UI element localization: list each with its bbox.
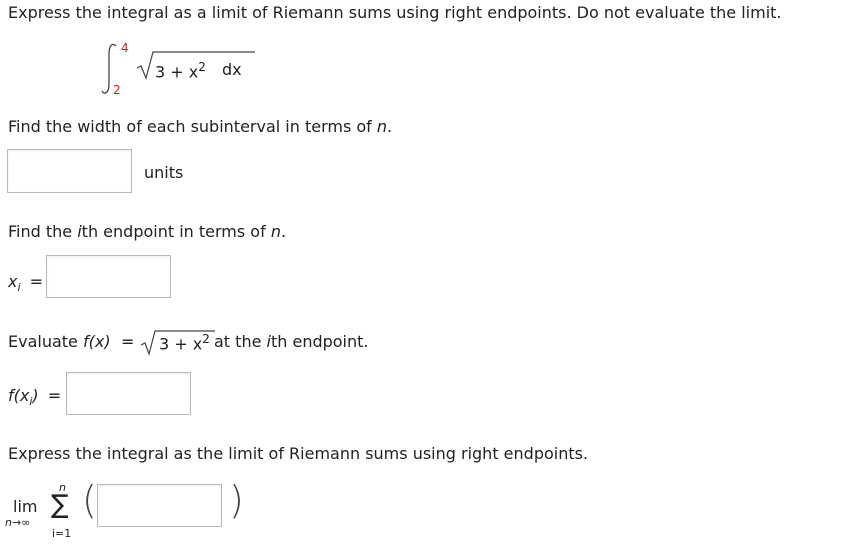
radicand: 3 + x2 bbox=[155, 60, 206, 82]
function-value-answer-input[interactable] bbox=[66, 372, 191, 415]
width-answer-input[interactable] bbox=[7, 149, 132, 193]
radicand: 3 + x2 bbox=[159, 332, 210, 354]
summand-answer-input[interactable] bbox=[97, 484, 222, 527]
lower-limit: 2 bbox=[113, 83, 121, 97]
q2-prompt: Find the ith endpoint in terms of n. bbox=[8, 222, 287, 241]
instruction-text: Express the integral as a limit of Riema… bbox=[8, 3, 782, 22]
upper-limit: 4 bbox=[121, 41, 129, 55]
q3-prompt: Evaluate f(x) = 3 + x2 at the ith endpoi… bbox=[8, 330, 428, 360]
riemann-sum-expression: lim n→∞ n ∑ i=1 ( ) bbox=[5, 474, 265, 544]
q4-prompt: Express the integral as the limit of Rie… bbox=[8, 444, 589, 463]
lim-label: lim bbox=[13, 497, 38, 516]
q1-prompt: Find the width of each subinterval in te… bbox=[8, 117, 393, 136]
lim-subscript: n→∞ bbox=[5, 516, 31, 529]
sum-symbol: ∑ bbox=[51, 490, 69, 520]
sum-lower: i=1 bbox=[52, 527, 72, 540]
xi-label: xi = bbox=[8, 272, 44, 295]
integral-expression: 4 2 3 + x2 dx bbox=[100, 40, 260, 100]
close-paren: ) bbox=[229, 478, 244, 522]
fxi-label: f(xi) = bbox=[8, 386, 62, 409]
differential: dx bbox=[222, 60, 242, 79]
endpoint-answer-input[interactable] bbox=[46, 255, 171, 298]
open-paren: ( bbox=[82, 478, 97, 522]
units-label: units bbox=[144, 163, 184, 182]
